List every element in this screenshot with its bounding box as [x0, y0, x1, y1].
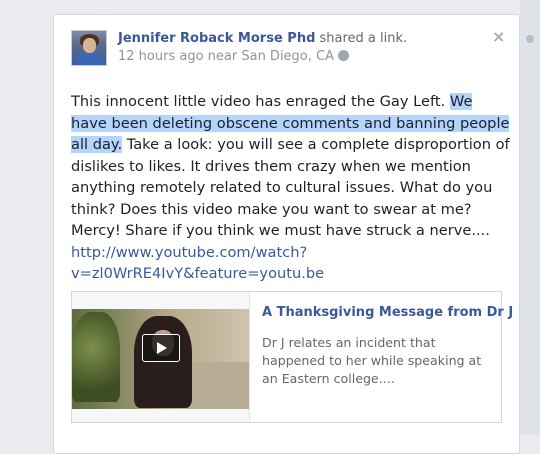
author-name[interactable]: Jennifer Roback Morse Phd: [118, 31, 315, 46]
play-icon[interactable]: [142, 334, 180, 362]
story-header: Jennifer Roback Morse Phd shared a link.: [118, 31, 407, 46]
close-icon[interactable]: ×: [492, 27, 505, 46]
post-message: This innocent little video has enraged t…: [71, 91, 511, 285]
story-meta: 12 hours ago near San Diego, CA: [118, 49, 349, 64]
feed-story: Jennifer Roback Morse Phd shared a link.…: [53, 14, 520, 454]
globe-icon[interactable]: [338, 50, 349, 61]
avatar[interactable]: [71, 30, 107, 66]
story-action: shared a link.: [315, 31, 408, 46]
page-side-panel: [520, 0, 540, 434]
preview-description: Dr J relates an incident that happened t…: [262, 335, 482, 386]
preview-title[interactable]: A Thanksgiving Message from Dr J: [262, 305, 513, 320]
post-text-part-2: Take a look: you will see a complete dis…: [71, 136, 510, 239]
timestamp[interactable]: 12 hours ago: [118, 49, 204, 64]
link-preview[interactable]: A Thanksgiving Message from Dr J Dr J re…: [71, 291, 513, 423]
location: near San Diego, CA: [203, 49, 334, 64]
post-link[interactable]: http://www.youtube.com/watch?v=zl0WrRE4I…: [71, 244, 324, 283]
post-text-part-1: This innocent little video has enraged t…: [71, 93, 450, 110]
scroll-indicator[interactable]: [526, 35, 534, 43]
video-thumbnail[interactable]: [72, 292, 250, 422]
